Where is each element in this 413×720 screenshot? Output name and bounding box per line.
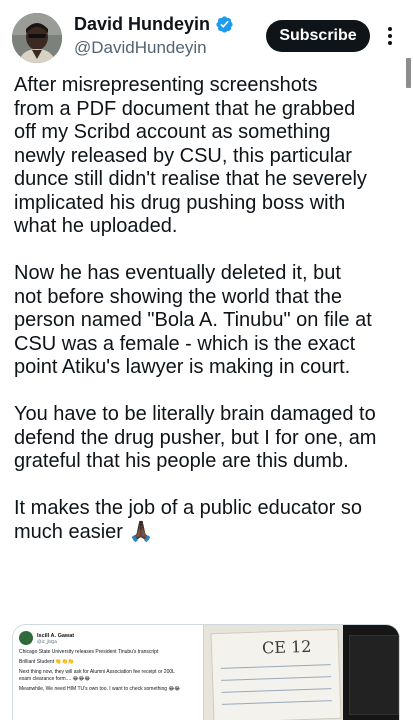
media-dark-photo[interactable] bbox=[343, 625, 399, 720]
author-name-row: David Hundeyin bbox=[74, 14, 234, 35]
quoted-line: Next thing now, they will ask for Alumni… bbox=[19, 669, 175, 675]
post-paragraph: Now he has eventually deleted it, but no… bbox=[14, 262, 372, 378]
post-media-grid[interactable]: Iscill A. Gawat @iz_jbQa Chicago State U… bbox=[12, 624, 400, 720]
quoted-post-header: Iscill A. Gawat @iz_jbQa bbox=[19, 631, 197, 645]
author-avatar[interactable] bbox=[12, 13, 62, 63]
author-display-name[interactable]: David Hundeyin bbox=[74, 14, 210, 35]
post-paragraph: You have to be literally brain damaged t… bbox=[14, 403, 377, 472]
author-handle[interactable]: @DavidHundeyin bbox=[74, 38, 207, 58]
more-vertical-icon[interactable] bbox=[380, 22, 400, 50]
quoted-handle: @iz_jbQa bbox=[37, 638, 57, 644]
document-scribble: CE 12 bbox=[261, 636, 312, 658]
subscribe-button[interactable]: Subscribe bbox=[266, 20, 370, 52]
media-document-photo[interactable]: CE 12 bbox=[203, 625, 343, 720]
media-quoted-screenshot[interactable]: Iscill A. Gawat @iz_jbQa Chicago State U… bbox=[13, 625, 203, 720]
quoted-avatar bbox=[19, 631, 33, 645]
scrollbar-thumb[interactable] bbox=[406, 58, 411, 88]
quoted-name: Iscill A. Gawat bbox=[37, 632, 75, 639]
quoted-line: Meanwhile, We need HIM TU's own too. I w… bbox=[19, 686, 181, 692]
post-paragraph: After misrepresenting screenshots from a… bbox=[14, 74, 367, 237]
post-header: David Hundeyin @DavidHundeyin Subscribe bbox=[0, 0, 413, 72]
document-paper: CE 12 bbox=[210, 628, 342, 720]
quoted-line: exam clearance form.... 😂😂😂 bbox=[19, 676, 91, 682]
quoted-line: Brilliant Student 👏👏👏 bbox=[19, 659, 75, 665]
post-text: After misrepresenting screenshots from a… bbox=[14, 74, 402, 544]
dark-document bbox=[349, 635, 399, 715]
quoted-line: Chicago State University releases Presid… bbox=[19, 649, 159, 655]
verified-badge-icon bbox=[216, 16, 233, 33]
post-paragraph: It makes the job of a public educator so… bbox=[14, 497, 362, 543]
